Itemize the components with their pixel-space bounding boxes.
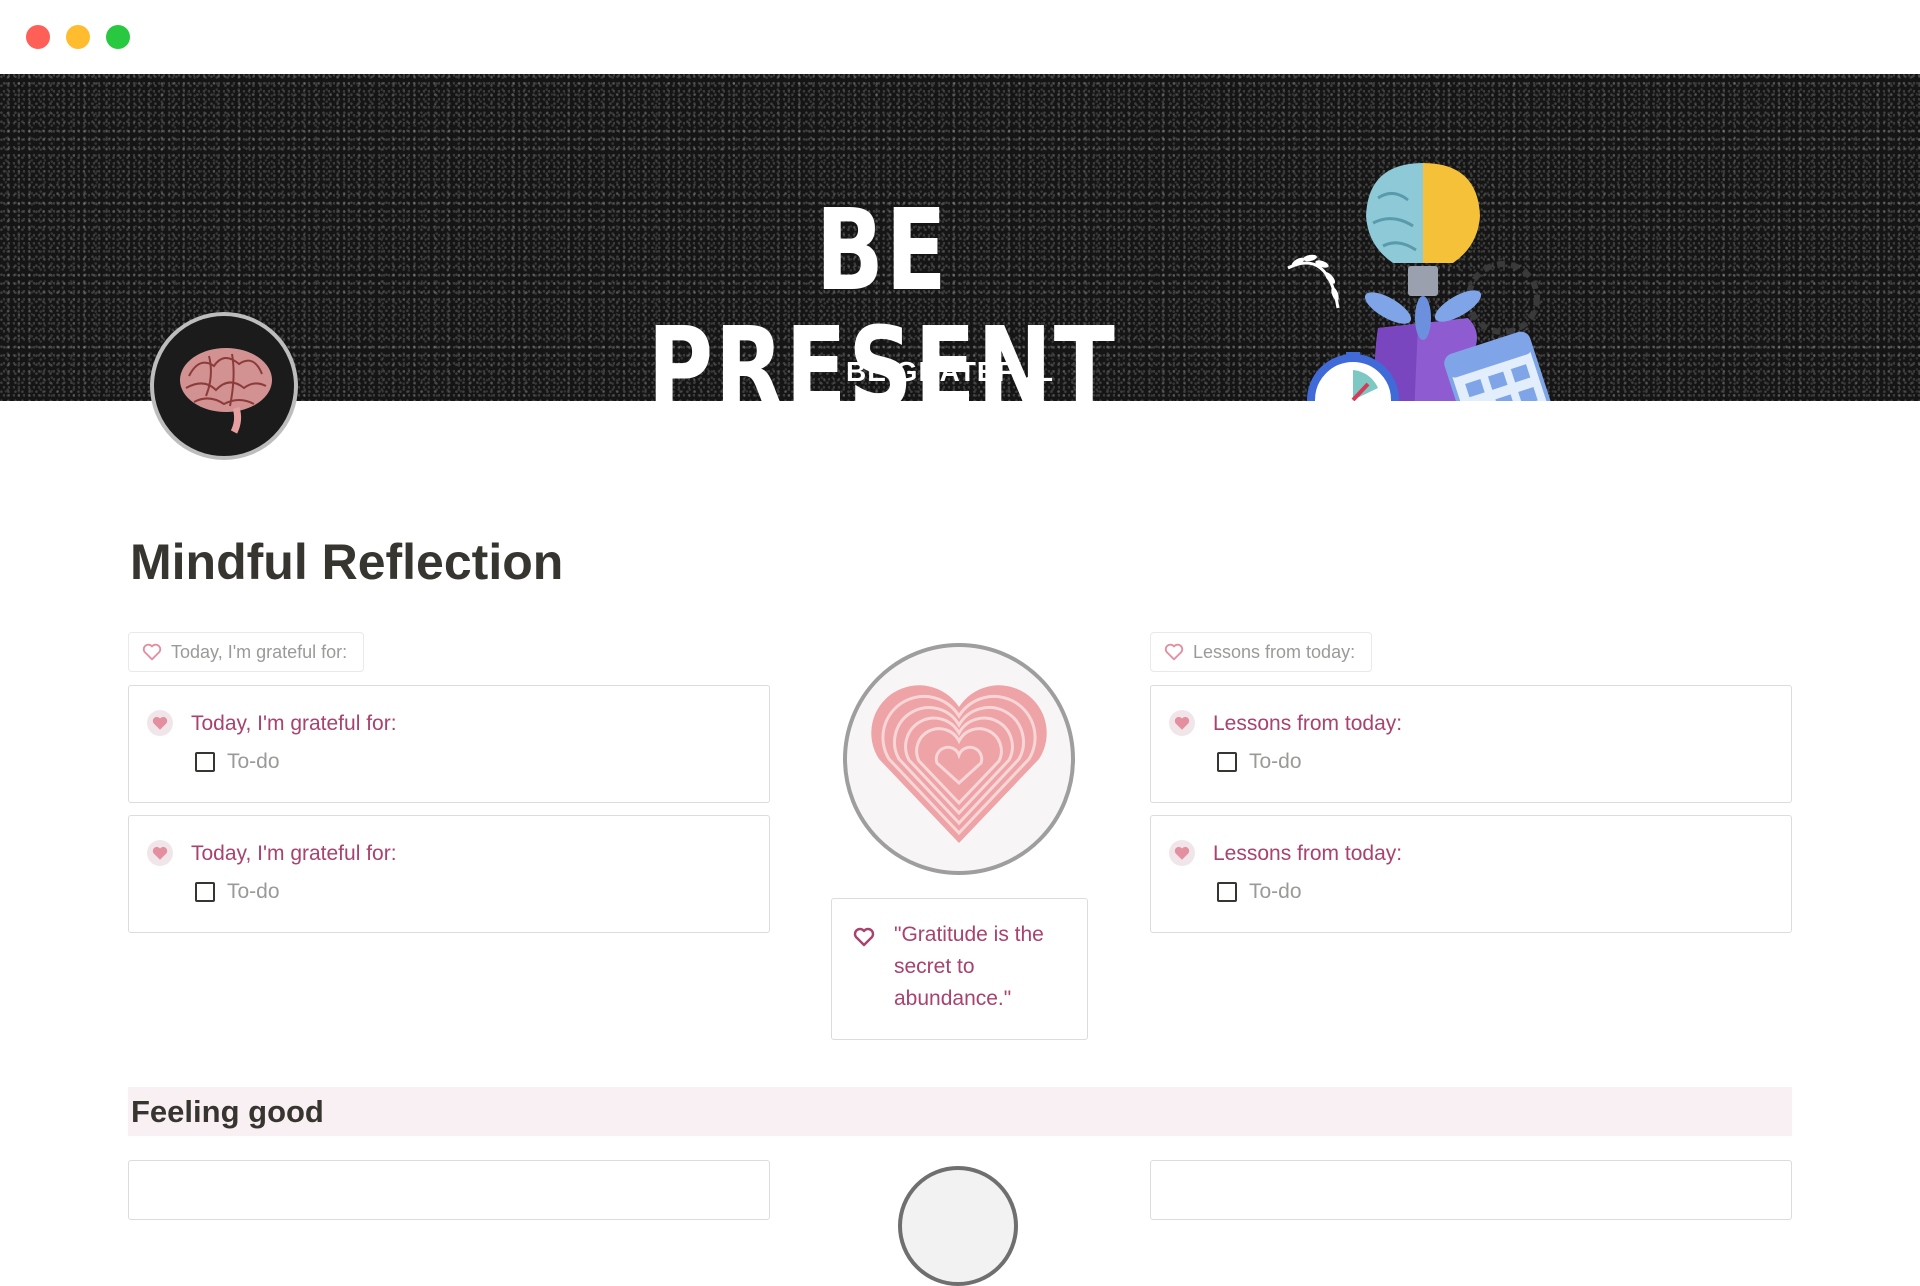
callout-title: Today, I'm grateful for:: [191, 712, 397, 735]
heart-outline-icon: [1164, 643, 1184, 661]
grateful-callout[interactable]: Today, I'm grateful for: To-do: [128, 685, 770, 803]
section-callout-partial[interactable]: [128, 1160, 770, 1220]
page-title: Mindful Reflection: [130, 534, 564, 590]
quote-callout[interactable]: "Gratitude is the secret to abundance.": [831, 898, 1088, 1040]
todo-label[interactable]: To-do: [227, 880, 280, 904]
todo-item[interactable]: To-do: [195, 750, 280, 774]
section-callout-partial[interactable]: [1150, 1160, 1792, 1220]
grateful-callout[interactable]: Today, I'm grateful for: To-do: [128, 815, 770, 933]
zoom-window-button[interactable]: [106, 25, 130, 49]
lessons-callout[interactable]: Lessons from today: To-do: [1150, 815, 1792, 933]
heart-icon: [147, 710, 173, 736]
lessons-callout[interactable]: Lessons from today: To-do: [1150, 685, 1792, 803]
fingerprint-heart-icon: [871, 685, 1047, 843]
quote-text: "Gratitude is the secret to abundance.": [894, 923, 1044, 1010]
heart-icon: [147, 840, 173, 866]
cover-subtitle: BE GRATEFUL: [845, 356, 1055, 387]
fingerprint-heart-image: [843, 643, 1075, 875]
minimize-window-button[interactable]: [66, 25, 90, 49]
section-title: Feeling good: [131, 1093, 324, 1129]
window-titlebar: [0, 0, 1920, 74]
todo-checkbox[interactable]: [1217, 752, 1237, 772]
close-window-button[interactable]: [26, 25, 50, 49]
todo-label[interactable]: To-do: [1249, 750, 1302, 774]
template-button-grateful[interactable]: Today, I'm grateful for:: [128, 632, 365, 672]
section-header-feeling-good: Feeling good: [128, 1087, 1792, 1136]
heart-icon: [1169, 840, 1195, 866]
todo-item[interactable]: To-do: [195, 880, 280, 904]
brain-icon: [180, 348, 272, 434]
todo-label[interactable]: To-do: [1249, 880, 1302, 904]
template-button-lessons[interactable]: Lessons from today:: [1150, 632, 1373, 672]
todo-checkbox[interactable]: [195, 882, 215, 902]
template-button-label: Lessons from today:: [1193, 641, 1356, 662]
template-button-label: Today, I'm grateful for:: [171, 641, 348, 662]
todo-item[interactable]: To-do: [1217, 750, 1302, 774]
todo-checkbox[interactable]: [195, 752, 215, 772]
todo-checkbox[interactable]: [1217, 882, 1237, 902]
todo-label[interactable]: To-do: [227, 750, 280, 774]
heart-outline-icon: [853, 927, 875, 947]
heart-outline-icon: [142, 643, 162, 661]
section-image-partial: [898, 1166, 1018, 1286]
callout-title: Today, I'm grateful for:: [191, 842, 397, 865]
todo-item[interactable]: To-do: [1217, 880, 1302, 904]
callout-title: Lessons from today:: [1213, 712, 1403, 735]
mind-illustration-icon: [1287, 163, 1554, 401]
page-icon-brain[interactable]: [150, 312, 298, 460]
callout-title: Lessons from today:: [1213, 842, 1403, 865]
heart-icon: [1169, 710, 1195, 736]
